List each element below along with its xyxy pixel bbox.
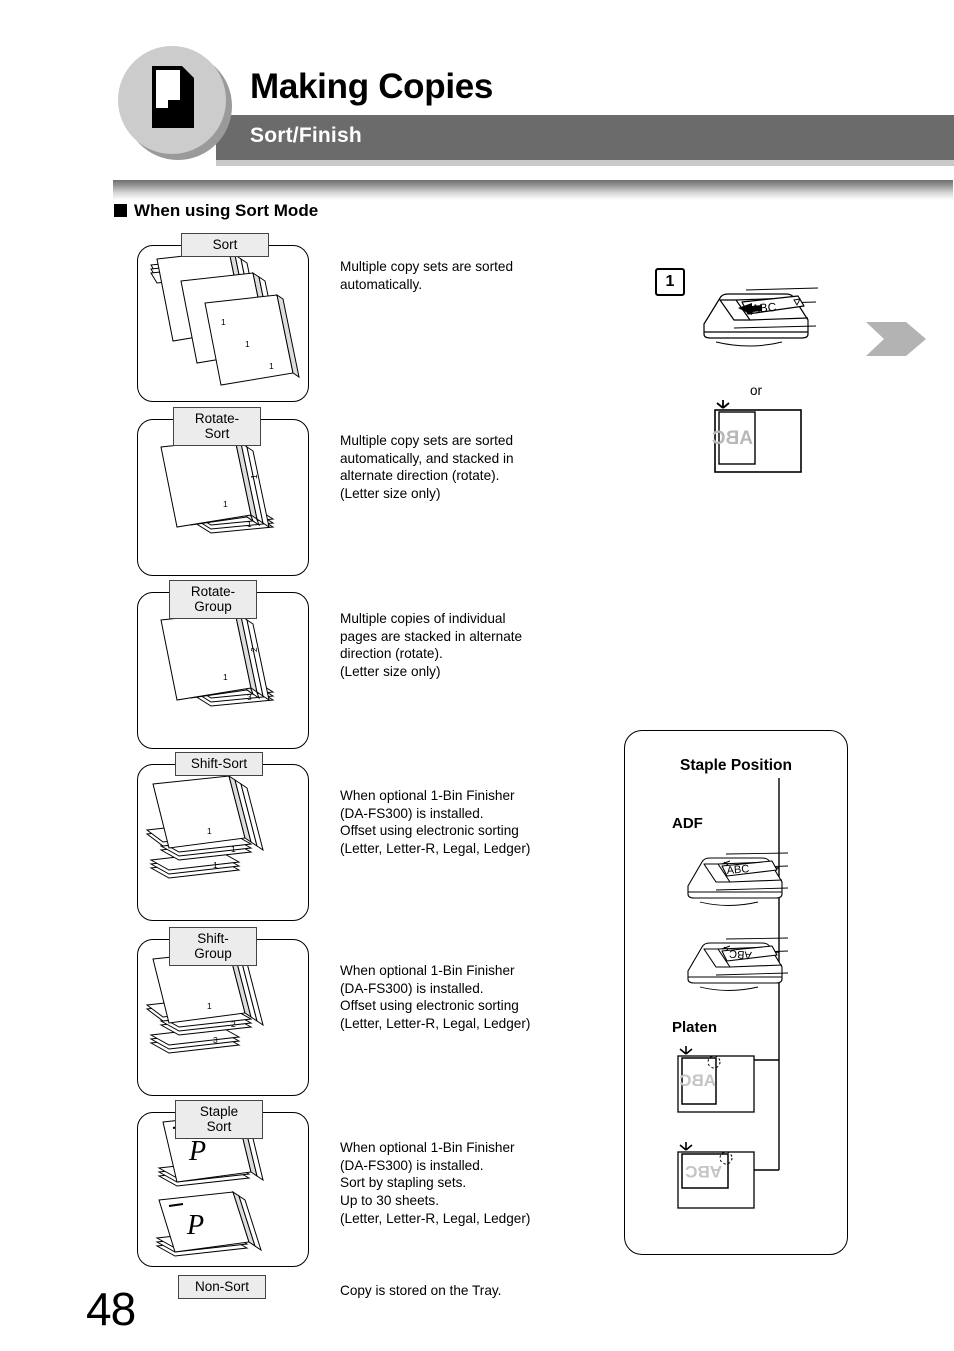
mode-label-staple-sort: Staple Sort	[175, 1100, 263, 1139]
platen-placement-illustration: ABC	[712, 400, 802, 473]
subsection-title: When using Sort Mode	[134, 201, 319, 220]
or-label: or	[750, 383, 763, 398]
mode-description-staple-sort: When optional 1-Bin Finisher (DA-FS300) …	[340, 1140, 531, 1226]
page-number: 48	[86, 1283, 136, 1335]
right-chevron-arrow-icon	[866, 322, 926, 356]
mode-label-shift-sort: Shift-Sort	[175, 752, 263, 776]
section-header-band-shadow	[216, 160, 954, 166]
mode-label-non-sort: Non-Sort	[178, 1275, 266, 1299]
svg-text:ABC: ABC	[729, 947, 753, 961]
square-bullet-icon	[114, 204, 127, 217]
mode-frame	[137, 245, 309, 402]
mode-description-sort: Multiple copy sets are sorted automatica…	[340, 259, 514, 292]
mode-label-rotate-sort: Rotate-Sort	[173, 407, 261, 446]
section-title: Sort/Finish	[250, 124, 362, 147]
adf-staple-illustration-portrait: ABC	[687, 852, 789, 906]
platen-staple-illustration-portrait: ABC	[677, 1046, 755, 1113]
mode-description-rotate-group: Multiple copies of individual pages are …	[340, 611, 523, 680]
section-divider	[113, 180, 953, 200]
mode-label-rotate-group: Rotate-Group	[169, 580, 257, 619]
svg-text:ABC: ABC	[726, 863, 750, 877]
page-title: Making Copies	[250, 67, 494, 106]
step-number-badge: 1	[655, 268, 685, 296]
svg-text:ABC: ABC	[685, 1162, 722, 1181]
page-corner-fold-icon	[152, 66, 194, 128]
svg-text:ABC: ABC	[712, 428, 753, 449]
adf-loading-illustration: ABC	[703, 287, 819, 347]
mode-description-rotate-sort: Multiple copy sets are sorted automatica…	[340, 433, 514, 502]
mode-label-shift-group: Shift-Group	[169, 927, 257, 966]
svg-text:ABC: ABC	[751, 300, 777, 316]
mode-label-sort: Sort	[181, 233, 269, 257]
mode-description-shift-group: When optional 1-Bin Finisher (DA-FS300) …	[340, 963, 531, 1032]
platen-staple-illustration-landscape: ABC	[677, 1142, 755, 1209]
mode-description-shift-sort: When optional 1-Bin Finisher (DA-FS300) …	[340, 788, 531, 857]
adf-staple-illustration-landscape: ABC	[687, 937, 789, 991]
svg-text:ABC: ABC	[679, 1071, 716, 1090]
mode-description-non-sort: Copy is stored on the Tray.	[340, 1283, 502, 1298]
mode-frame	[137, 764, 309, 921]
